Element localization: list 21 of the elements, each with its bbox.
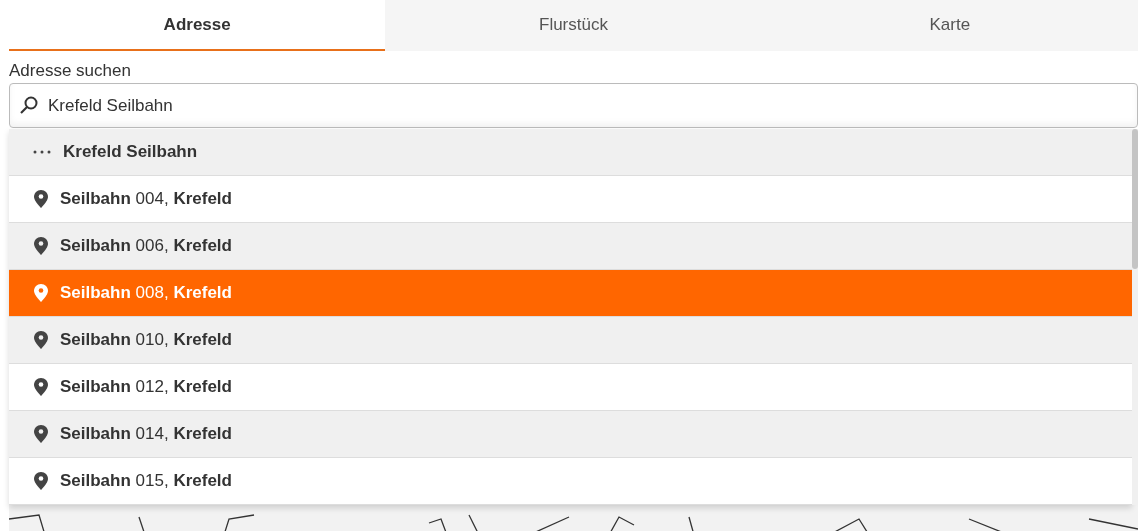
tab[interactable]: Karte — [761, 0, 1138, 51]
result-item[interactable]: Krefeld Seilbahn — [9, 129, 1132, 176]
map-pin-icon — [34, 378, 48, 396]
search-field[interactable]: Krefeld Seilbahn — [9, 83, 1138, 128]
result-item[interactable]: Seilbahn 004, Krefeld — [9, 176, 1132, 223]
result-item[interactable]: Seilbahn 015, Krefeld — [9, 458, 1132, 505]
map-pin-icon — [34, 425, 48, 443]
result-item[interactable]: Seilbahn 006, Krefeld — [9, 223, 1132, 270]
map-pin-icon — [34, 190, 48, 208]
scrollbar-thumb[interactable] — [1132, 129, 1138, 269]
map-pin-icon — [34, 237, 48, 255]
result-item[interactable]: Seilbahn 012, Krefeld — [9, 364, 1132, 411]
map-pin-icon — [34, 472, 48, 490]
tab[interactable]: Flurstück — [385, 0, 762, 51]
map-pin-icon — [34, 331, 48, 349]
result-item[interactable]: Seilbahn 014, Krefeld — [9, 411, 1132, 458]
ellipsis-icon — [33, 150, 51, 154]
search-icon — [19, 95, 39, 115]
map-pin-icon — [34, 284, 48, 302]
field-label: Adresse suchen — [9, 60, 132, 82]
result-item[interactable]: Seilbahn 010, Krefeld — [9, 317, 1132, 364]
